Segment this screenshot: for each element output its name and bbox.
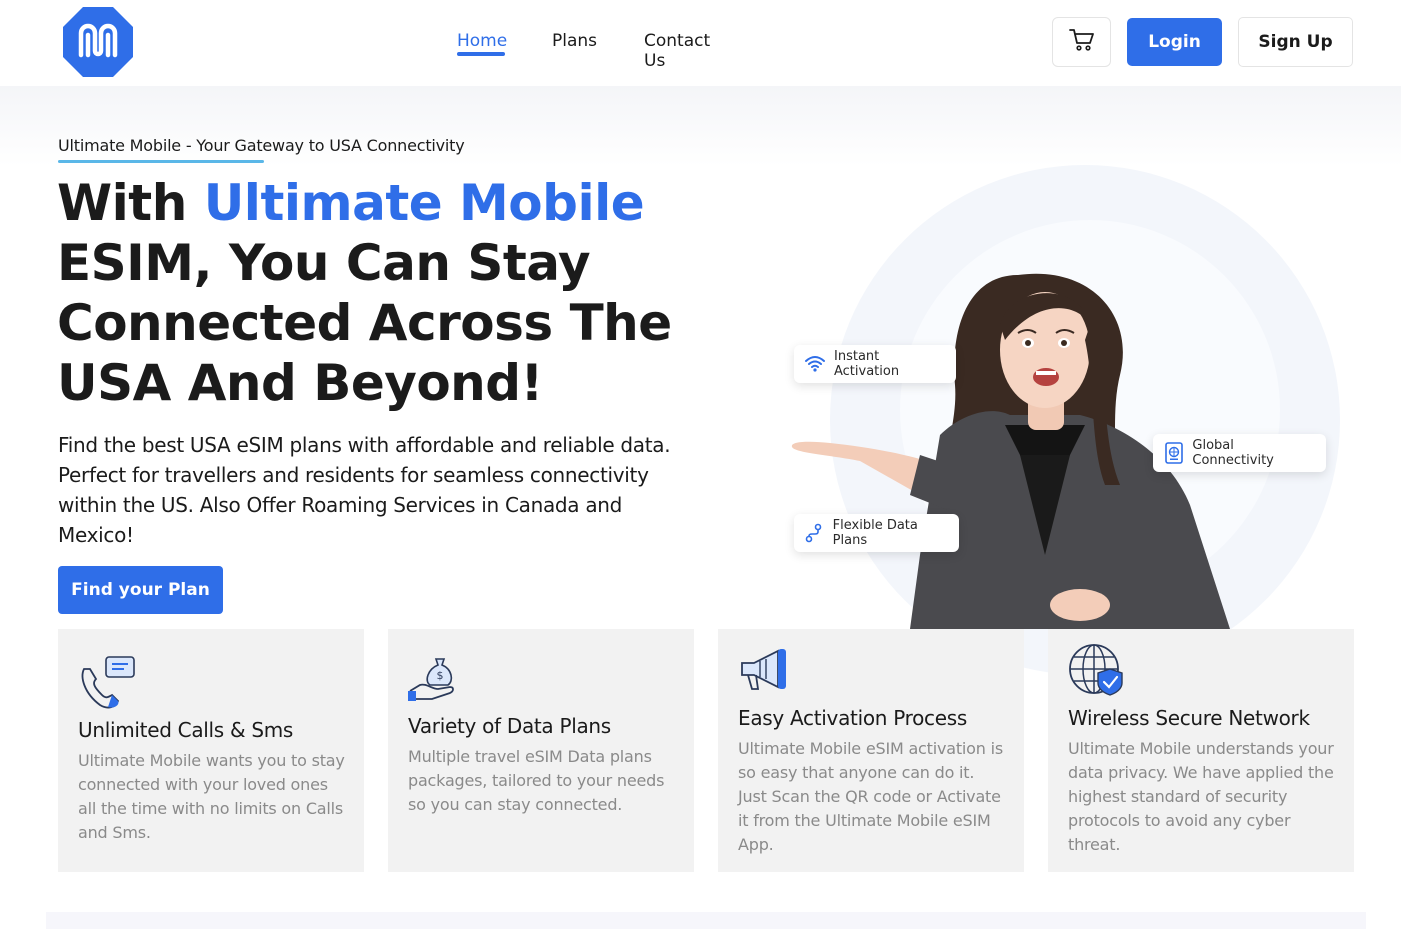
chip-label: Global Connectivity	[1192, 438, 1274, 468]
passport-icon	[1163, 442, 1184, 464]
feature-title: Wireless Secure Network	[1068, 706, 1310, 730]
feature-text: Multiple travel eSIM Data plans packages…	[408, 747, 665, 814]
money-bag-hand-icon: $	[408, 655, 460, 708]
wifi-icon	[804, 353, 826, 375]
nav-active-indicator	[457, 52, 505, 56]
feature-title: Easy Activation Process	[738, 706, 967, 730]
feature-text: Ultimate Mobile eSIM activation is so ea…	[738, 739, 1003, 854]
cart-button[interactable]	[1052, 17, 1111, 67]
find-your-plan-button[interactable]: Find your Plan	[58, 566, 223, 614]
nav-item-plans[interactable]: Plans	[552, 31, 597, 51]
next-section-band	[46, 912, 1366, 929]
feature-title: Variety of Data Plans	[408, 714, 611, 738]
chip-global-connectivity: Global Connectivity	[1153, 434, 1326, 472]
hero-title-rest: ESIM, You Can Stay Connected Across The …	[57, 234, 672, 412]
hero-title: With Ultimate Mobile ESIM, You Can Stay C…	[57, 173, 707, 413]
chip-flexible-data-plans: Flexible Data Plans	[794, 514, 959, 552]
feature-card-data-plans: $ Variety of Data Plans Multiple travel …	[388, 629, 694, 872]
feature-card-secure-network: Wireless Secure Network Ultimate Mobile …	[1048, 629, 1354, 872]
route-icon	[804, 522, 825, 544]
nav-item-home[interactable]: Home	[457, 31, 507, 51]
hero-eyebrow: Ultimate Mobile - Your Gateway to USA Co…	[58, 136, 465, 155]
ultimate-mobile-logo-icon[interactable]	[61, 5, 135, 79]
hero-description: Find the best USA eSIM plans with afford…	[58, 433, 671, 547]
sign-up-button[interactable]: Sign Up	[1238, 17, 1353, 67]
phone-chat-icon	[78, 655, 136, 716]
globe-shield-icon	[1068, 643, 1126, 702]
cart-icon	[1068, 28, 1095, 57]
chip-label: Instant Activation	[834, 349, 900, 379]
hero-title-prefix: With	[57, 174, 204, 232]
eyebrow-underline	[58, 160, 264, 163]
chip-label: Flexible Data Plans	[832, 518, 918, 548]
svg-text:$: $	[437, 669, 444, 682]
feature-text: Ultimate Mobile understands your data pr…	[1068, 739, 1334, 854]
chip-instant-activation: Instant Activation	[794, 345, 956, 383]
megaphone-icon	[738, 647, 790, 698]
feature-text: Ultimate Mobile wants you to stay connec…	[78, 751, 345, 842]
feature-card-unlimited-calls: Unlimited Calls & Sms Ultimate Mobile wa…	[58, 629, 364, 872]
hero-title-accent: Ultimate Mobile	[203, 174, 645, 232]
feature-title: Unlimited Calls & Sms	[78, 718, 294, 742]
feature-card-easy-activation: Easy Activation Process Ultimate Mobile …	[718, 629, 1024, 872]
site-header: Home Plans Contact Us Login Sign Up	[0, 0, 1401, 86]
nav-item-contact-us[interactable]: Contact Us	[644, 31, 710, 71]
login-button[interactable]: Login	[1127, 18, 1222, 66]
